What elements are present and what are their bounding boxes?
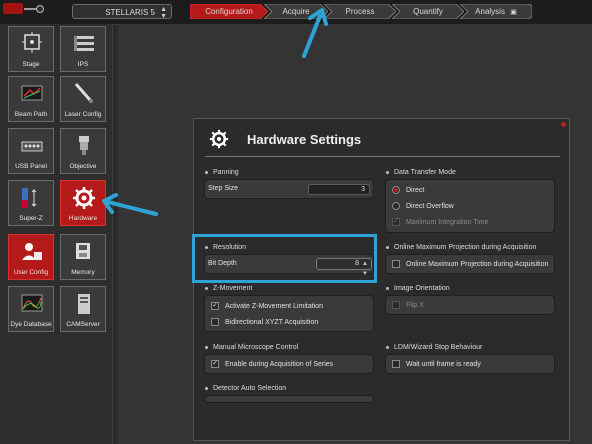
gear-icon [209, 129, 229, 149]
sidebar-tile-label: Laser Config [64, 111, 102, 118]
lock-icon: ▣ [510, 9, 517, 16]
sidebar-tile-objective[interactable]: Objective [60, 128, 106, 174]
hardware-arrow-icon [102, 193, 158, 216]
sidebar-tile-label: User Config [13, 269, 49, 276]
max-integration-label: Maximum Integration Time [406, 219, 489, 226]
sidebar-tile-memory[interactable]: Memory [60, 234, 106, 280]
direct-overflow-label: Direct Overflow [406, 203, 454, 210]
direct-overflow-radio[interactable] [392, 202, 400, 210]
step-size-label: Step Size [208, 185, 238, 192]
panel-title: Hardware Settings [247, 132, 362, 147]
instrument-selector[interactable]: STELLARIS 5 ▲ ▼ [72, 4, 172, 20]
tab-analysis[interactable]: Analysis ▣ [460, 4, 532, 19]
camserver-icon [78, 294, 90, 314]
tab-quantify[interactable]: Quantify [392, 4, 464, 19]
z-movement-box: ✓ Activate Z-Movement Limitation Bidirec… [204, 295, 374, 332]
data-transfer-heading: Data Transfer Mode [386, 169, 456, 176]
sidebar-tile-ips[interactable]: IPS [60, 26, 106, 72]
wait-frame-label: Wait until frame is ready [406, 361, 481, 368]
flip-x-checkbox[interactable] [392, 301, 400, 309]
flip-x-label: Flip X [406, 302, 424, 309]
online-max-checkbox[interactable] [392, 260, 400, 268]
sidebar-tile-camserver[interactable]: CAMServer [60, 286, 106, 332]
resolution-highlight [192, 234, 377, 283]
sidebar-tile-label: Memory [71, 269, 95, 276]
online-max-box: Online Maximum Projection during Acquisi… [385, 254, 555, 274]
sidebar-tile-label: Super-Z [19, 215, 43, 222]
enable-during-acquisition-checkbox[interactable]: ✓ [211, 360, 219, 368]
dye-database-icon [21, 294, 43, 312]
detector-heading: Detector Auto Selection [205, 385, 286, 392]
bidirectional-checkbox[interactable] [211, 318, 219, 326]
z-movement-heading: Z-Movement [205, 285, 252, 292]
laser-config-icon [74, 83, 93, 103]
sidebar-tile-label: Stage [22, 61, 40, 68]
sidebar-tile-label: USB Panel [15, 163, 47, 170]
super-z-icon [22, 188, 37, 208]
manual-control-heading: Manual Microscope Control [205, 344, 298, 351]
image-orientation-heading: Image Orientation [386, 285, 450, 292]
direct-radio[interactable] [392, 186, 400, 194]
tab-process[interactable]: Process [324, 4, 396, 19]
title-divider [205, 156, 560, 157]
activate-z-label: Activate Z-Movement Limitation [225, 303, 324, 310]
ldm-heading: LDM/Wizard Stop Behaviour [386, 344, 482, 351]
sidebar-tile-label: Beam Path [14, 111, 48, 118]
user-config-icon [22, 243, 42, 260]
tab-acquire-label: Acquire [282, 7, 310, 16]
sidebar-tile-label: Dye Database [10, 321, 52, 328]
memory-icon [76, 243, 90, 259]
sidebar-tile-label: Objective [69, 163, 97, 170]
detector-box [204, 395, 374, 403]
wait-frame-checkbox[interactable] [392, 360, 400, 368]
gear-icon [73, 187, 95, 209]
online-max-heading: Online Maximum Projection during Acquisi… [386, 244, 536, 251]
panning-heading: Panning [205, 169, 239, 176]
usb-panel-icon [21, 141, 43, 152]
leica-logo [3, 3, 23, 14]
online-max-label: Online Maximum Projection during Acquisi… [406, 261, 549, 268]
direct-label: Direct [406, 187, 425, 194]
image-orientation-box: Flip X [385, 295, 555, 315]
objective-icon [79, 136, 89, 155]
ips-icon [74, 36, 94, 51]
instrument-name: STELLARIS 5 [105, 8, 155, 17]
tab-configuration-label: Configuration [205, 7, 253, 16]
spinner-icon: ▲ ▼ [160, 6, 167, 20]
zoom-slider-knob[interactable] [36, 5, 44, 13]
workflow-bar: Configuration Acquire Process Quantify A… [190, 4, 532, 19]
sidebar-tile-label: IPS [77, 61, 89, 68]
sidebar-tile-super-z[interactable]: Super-Z [8, 180, 54, 226]
sidebar: Stage IPS Beam Path Laser Config USB Pan… [0, 24, 113, 444]
sidebar-tile-dye-database[interactable]: Dye Database [8, 286, 54, 332]
data-transfer-box: Direct Direct Overflow ✓ Maximum Integra… [385, 179, 555, 233]
sidebar-tile-beam-path[interactable]: Beam Path [8, 76, 54, 122]
activate-z-checkbox[interactable]: ✓ [211, 302, 219, 310]
close-icon[interactable] [561, 122, 566, 127]
tab-process-label: Process [345, 7, 375, 16]
sidebar-tile-label: CAMServer [66, 321, 100, 328]
sidebar-tile-user-config[interactable]: User Config [8, 234, 54, 280]
beam-path-icon [21, 85, 43, 101]
ldm-box: Wait until frame is ready [385, 354, 555, 374]
tab-analysis-label: Analysis [475, 7, 505, 16]
panning-box: Step Size 3 [204, 179, 374, 199]
tab-configuration[interactable]: Configuration [190, 4, 268, 19]
step-size-input[interactable]: 3 [308, 184, 370, 195]
sidebar-tile-stage[interactable]: Stage [8, 26, 54, 72]
enable-during-acquisition-label: Enable during Acquisition of Series [225, 361, 334, 368]
tab-quantify-label: Quantify [413, 7, 443, 16]
sidebar-tile-laser-config[interactable]: Laser Config [60, 76, 106, 122]
bidirectional-label: Bidirectional XYZT Acquisition [225, 319, 319, 326]
sidebar-tile-usb-panel[interactable]: USB Panel [8, 128, 54, 174]
max-integration-checkbox[interactable]: ✓ [392, 218, 400, 226]
manual-control-box: ✓ Enable during Acquisition of Series [204, 354, 374, 374]
stage-icon [22, 32, 42, 53]
